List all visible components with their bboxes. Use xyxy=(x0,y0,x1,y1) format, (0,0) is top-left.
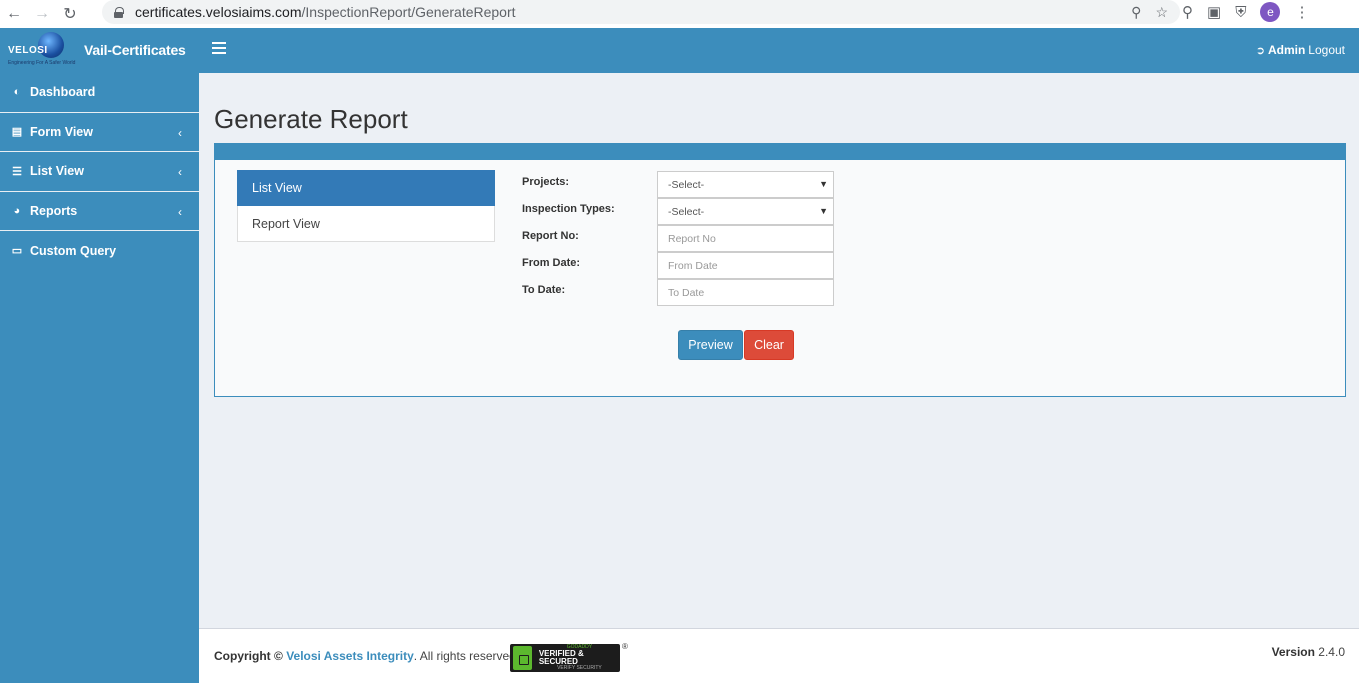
user-logout-link[interactable]: ➲ Admin Logout xyxy=(1256,43,1345,57)
shield-extension-icon[interactable]: ⛨ xyxy=(1235,4,1246,21)
lock-icon xyxy=(114,6,124,18)
godaddy-seal[interactable]: GODADDY VERIFIED & SECURED VERIFY SECURI… xyxy=(510,644,620,672)
version-value: 2.4.0 xyxy=(1318,645,1345,659)
forward-icon[interactable]: → xyxy=(28,0,56,28)
report-no-input[interactable]: Report No xyxy=(657,225,834,252)
copyright-text: Copyright © Velosi Assets Integrity. All… xyxy=(214,649,519,663)
registered-mark: ® xyxy=(622,642,628,651)
page-title: Generate Report xyxy=(214,104,408,134)
padlock-icon xyxy=(513,646,532,670)
screenshot-extension-icon[interactable]: ▣ xyxy=(1207,3,1221,21)
caret-down-icon: ▼ xyxy=(819,206,828,216)
search-extension-icon[interactable]: ⚲ xyxy=(1182,3,1193,21)
sidebar-item-label: List View xyxy=(30,164,84,179)
chevron-left-icon: ‹ xyxy=(178,204,182,219)
caret-down-icon: ▼ xyxy=(819,179,828,189)
reload-icon[interactable]: ↻ xyxy=(56,0,84,28)
bookmark-star-icon[interactable]: ☆ xyxy=(1155,4,1168,21)
clear-button[interactable]: Clear xyxy=(744,330,794,360)
url-text: certificates.velosiaims.com/InspectionRe… xyxy=(135,4,516,20)
laptop-icon: ▭ xyxy=(11,245,23,258)
pie-chart-icon: ◕ xyxy=(13,204,21,217)
to-date-label: To Date: xyxy=(522,284,566,296)
sidebar-item-label: Custom Query xyxy=(30,243,117,258)
sidebar-item-custom-query[interactable]: ▭ Custom Query xyxy=(0,231,199,271)
chevron-left-icon: ‹ xyxy=(178,125,182,140)
brand-name[interactable]: Vail-Certificates xyxy=(84,42,186,58)
company-link[interactable]: Velosi Assets Integrity xyxy=(286,649,414,663)
browser-menu-icon[interactable]: ⋮ xyxy=(1294,3,1309,21)
app-header: VELOSI Engineering For A Safer World Vai… xyxy=(0,28,1359,73)
inspection-types-label: Inspection Types: xyxy=(522,203,615,215)
logo[interactable]: VELOSI Engineering For A Safer World Vai… xyxy=(0,28,200,73)
sidebar-item-form-view[interactable]: ▤ Form View ‹ xyxy=(0,113,199,152)
report-no-label: Report No: xyxy=(522,230,579,242)
version-label: Version xyxy=(1271,645,1315,659)
view-tabs: List View Report View xyxy=(237,170,495,242)
panel-header xyxy=(215,144,1345,160)
dashboard-icon: ◐ xyxy=(13,86,21,99)
logo-word: VELOSI xyxy=(8,45,48,56)
copyright-prefix: Copyright © xyxy=(214,649,283,663)
profile-avatar[interactable]: e xyxy=(1260,2,1281,22)
seal-bottom-text: VERIFY SECURITY xyxy=(557,665,602,671)
projects-select-value: -Select- xyxy=(668,178,705,191)
seal-main-text: VERIFIED & SECURED xyxy=(538,649,584,666)
chevron-left-icon: ‹ xyxy=(178,165,182,179)
sidebar: ◐ Dashboard ▤ Form View ‹ ☰ List View ‹ … xyxy=(0,73,199,683)
to-date-input[interactable]: To Date xyxy=(657,279,834,306)
list-icon: ☰ xyxy=(12,165,22,178)
from-date-input[interactable]: From Date xyxy=(657,252,834,279)
inspection-types-select[interactable]: -Select- ▼ xyxy=(657,198,834,225)
sidebar-item-reports[interactable]: ◕ Reports ‹ xyxy=(0,192,199,231)
footer: Copyright © Velosi Assets Integrity. All… xyxy=(199,628,1359,683)
address-bar[interactable]: certificates.velosiaims.com/InspectionRe… xyxy=(102,0,1180,24)
preview-button[interactable]: Preview xyxy=(678,330,743,360)
report-panel: List View Report View Projects: Inspecti… xyxy=(214,143,1346,397)
action-buttons: Preview Clear xyxy=(678,330,794,360)
sidebar-item-list-view[interactable]: ☰ List View ‹ xyxy=(0,152,199,192)
sidebar-item-label: Reports xyxy=(30,203,78,218)
logo-tagline: Engineering For A Safer World xyxy=(8,60,76,66)
main-content: Generate Report List View Report View Pr… xyxy=(199,73,1359,628)
sidebar-toggle-icon[interactable] xyxy=(212,42,226,54)
tab-report-view[interactable]: Report View xyxy=(237,206,495,242)
from-date-label: From Date: xyxy=(522,257,581,269)
projects-select[interactable]: -Select- ▼ xyxy=(657,171,834,198)
filter-fields: -Select- ▼ -Select- ▼ Report No From Dat… xyxy=(657,171,834,306)
form-icon: ▤ xyxy=(11,126,23,139)
version-info: Version 2.4.0 xyxy=(1272,645,1345,659)
tab-list-view[interactable]: List View xyxy=(237,170,495,206)
sidebar-item-dashboard[interactable]: ◐ Dashboard xyxy=(0,73,199,113)
inspection-types-select-value: -Select- xyxy=(668,205,705,218)
sidebar-item-label: Form View xyxy=(30,124,93,139)
filter-labels: Projects: Inspection Types: Report No: F… xyxy=(522,176,615,311)
sidebar-item-label: Dashboard xyxy=(30,85,96,100)
user-name: Admin xyxy=(1267,43,1306,57)
browser-toolbar: ← → ↻ certificates.velosiaims.com/Inspec… xyxy=(0,0,1359,28)
logout-label: Logout xyxy=(1308,43,1345,57)
sign-out-icon: ➲ xyxy=(1255,44,1265,57)
rights-text: . All rights reserved. xyxy=(413,649,520,663)
projects-label: Projects: xyxy=(522,176,570,188)
zoom-icon[interactable]: ⚲ xyxy=(1131,4,1141,21)
back-icon[interactable]: ← xyxy=(0,0,28,28)
